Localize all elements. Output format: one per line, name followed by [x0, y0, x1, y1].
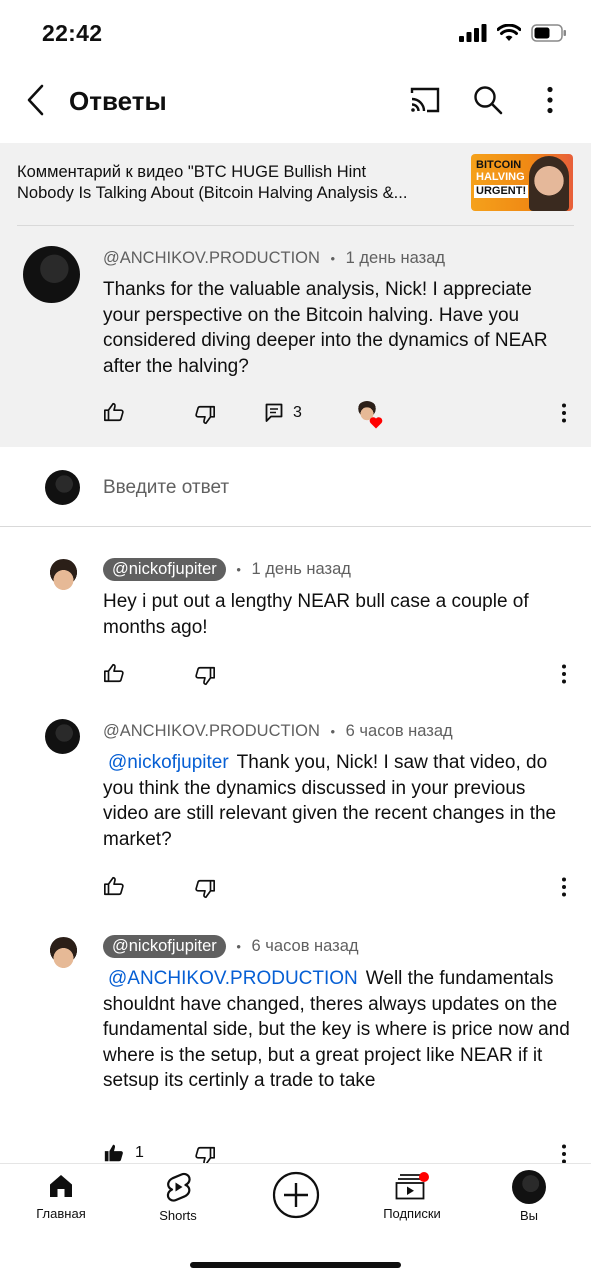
reply-count: 3: [293, 404, 302, 421]
like-button[interactable]: [103, 875, 125, 897]
replies-button[interactable]: 3: [265, 403, 302, 423]
reply-icon: [265, 403, 283, 422]
video-reference-text: Комментарий к видео "BTC HUGE Bullish Hi…: [17, 162, 457, 204]
you-avatar: [512, 1170, 546, 1204]
dislike-button[interactable]: [194, 665, 216, 687]
nav-shorts-label: Shorts: [159, 1208, 197, 1223]
create-icon: [272, 1171, 320, 1219]
comment-time: 1 день назад: [251, 560, 351, 578]
dislike-button[interactable]: [194, 878, 216, 900]
more-vert-icon: [562, 877, 566, 897]
comment-text: @ANCHIKOV.PRODUCTION Well the fundamental…: [103, 966, 573, 1094]
creator-heart: [356, 401, 384, 429]
comment-more-button[interactable]: [561, 877, 567, 897]
app-header: Ответы: [0, 70, 591, 142]
meta-separator: •: [236, 562, 241, 577]
video-reference-line-1: Комментарий к видео "BTC HUGE Bullish Hi…: [17, 163, 367, 181]
reply-input-row[interactable]: Введите ответ: [0, 447, 591, 527]
status-icons: [459, 24, 567, 42]
video-reference[interactable]: Комментарий к видео "BTC HUGE Bullish Hi…: [0, 143, 591, 225]
like-count: 1: [135, 1144, 144, 1161]
wifi-icon: [497, 24, 521, 41]
thumb-up-icon: [104, 402, 124, 422]
dislike-button[interactable]: [194, 404, 216, 426]
more-options-button[interactable]: [532, 82, 568, 118]
nav-subscriptions[interactable]: Подписки: [362, 1172, 462, 1221]
main-comment: @ANCHIKOV.PRODUCTION • 1 день назад Than…: [0, 225, 591, 447]
thumb-up-icon: [104, 663, 124, 683]
home-indicator: [190, 1262, 401, 1268]
comment-text: Thanks for the valuable analysis, Nick! …: [103, 279, 548, 377]
comment-meta: @ANCHIKOV.PRODUCTION • 1 день назад: [103, 249, 445, 268]
nav-home-label: Главная: [36, 1206, 86, 1221]
nav-create[interactable]: [246, 1171, 346, 1219]
home-icon: [50, 1175, 72, 1197]
comment-time: 6 часов назад: [251, 937, 359, 955]
nav-you[interactable]: Вы: [479, 1170, 579, 1223]
avatar[interactable]: [23, 246, 80, 303]
more-vert-icon: [562, 1144, 566, 1164]
nav-shorts[interactable]: Shorts: [128, 1172, 228, 1223]
video-thumbnail[interactable]: BITCOIN HALVING URGENT!: [471, 154, 573, 211]
comment-time: 1 день назад: [345, 249, 446, 267]
nav-subscriptions-label: Подписки: [383, 1206, 441, 1221]
reply-input[interactable]: Введите ответ: [103, 477, 229, 499]
status-time: 22:42: [42, 20, 103, 46]
cast-button[interactable]: [407, 82, 443, 118]
thumb-up-filled-icon: [104, 1144, 123, 1162]
thumb-person: [529, 156, 569, 211]
comment-more-button[interactable]: [561, 664, 567, 684]
thumb-down-icon: [195, 405, 215, 425]
more-vert-icon: [547, 86, 553, 114]
like-button[interactable]: [103, 662, 125, 684]
comment-meta: @nickofjupiter • 6 часов назад: [103, 935, 359, 958]
shorts-icon: [166, 1172, 191, 1202]
search-button[interactable]: [470, 82, 506, 118]
divider: [17, 225, 574, 226]
meta-separator: •: [330, 251, 336, 266]
thumb-text-2: HALVING: [476, 171, 525, 183]
thumb-up-icon: [104, 876, 124, 896]
comment-author[interactable]: @ANCHIKOV.PRODUCTION: [103, 249, 320, 267]
heart-icon: [369, 417, 383, 429]
thumb-down-icon: [195, 879, 215, 899]
cast-icon: [410, 87, 440, 113]
signal-icon: [459, 24, 487, 42]
thumb-down-icon: [195, 666, 215, 686]
more-vert-icon: [562, 664, 566, 684]
avatar[interactable]: [45, 719, 80, 754]
comment-time: 6 часов назад: [345, 722, 453, 740]
page-title: Ответы: [69, 86, 167, 116]
comment-text: @nickofjupiter Thank you, Nick! I saw tha…: [103, 750, 573, 852]
nav-you-label: Вы: [519, 1208, 538, 1223]
nav-home[interactable]: Главная: [11, 1172, 111, 1221]
video-reference-line-2: Nobody Is Talking About (Bitcoin Halving…: [17, 184, 408, 202]
comment-meta: @nickofjupiter • 1 день назад: [103, 558, 351, 581]
comment-meta: @ANCHIKOV.PRODUCTION • 6 часов назад: [103, 722, 453, 741]
creator-handle-chip[interactable]: @nickofjupiter: [103, 558, 226, 581]
comment-author[interactable]: @ANCHIKOV.PRODUCTION: [103, 722, 320, 740]
avatar[interactable]: [46, 559, 81, 594]
thumb-text-3: URGENT!: [474, 185, 529, 198]
thumb-text-1: BITCOIN: [476, 159, 522, 171]
creator-handle-chip[interactable]: @nickofjupiter: [103, 935, 226, 958]
status-bar: 22:42: [0, 0, 591, 70]
mention-link[interactable]: @nickofjupiter: [108, 752, 229, 773]
comment-more-button[interactable]: [561, 403, 567, 423]
like-button[interactable]: [103, 401, 125, 423]
subscriptions-icon: [395, 1172, 429, 1200]
like-button[interactable]: 1: [103, 1142, 144, 1164]
mention-link[interactable]: @ANCHIKOV.PRODUCTION: [108, 968, 358, 989]
more-vert-icon: [562, 403, 566, 423]
battery-icon: [531, 24, 566, 42]
my-avatar: [45, 470, 80, 505]
meta-separator: •: [236, 939, 241, 954]
avatar[interactable]: [46, 937, 81, 972]
back-button[interactable]: [18, 82, 54, 118]
meta-separator: •: [330, 724, 336, 739]
comment-text: Hey i put out a lengthy NEAR bull case a…: [103, 591, 529, 638]
comment-more-button[interactable]: [561, 1144, 567, 1164]
back-arrow-icon: [27, 84, 44, 116]
search-icon: [474, 86, 503, 115]
